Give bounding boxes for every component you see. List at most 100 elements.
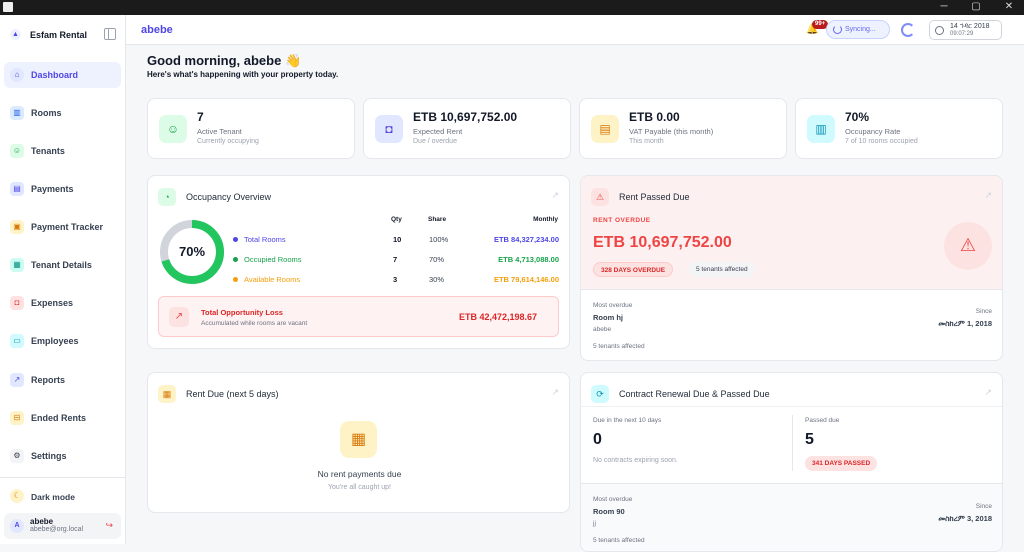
document-icon: ▦ (10, 258, 24, 272)
days-passed-badge: 341 DAYS PASSED (805, 456, 878, 471)
sync-status[interactable]: Syncing... (826, 20, 890, 39)
stat-value: 7 (197, 110, 204, 124)
sidebar-item-label: Reports (31, 375, 66, 385)
sidebar-item-ended-rents[interactable]: ⊟ Ended Rents (4, 405, 121, 431)
stat-value: ETB 0.00 (629, 110, 680, 124)
sidebar-collapse-icon[interactable] (104, 28, 116, 40)
contract-renewal-card: ⟳ Contract Renewal Due & Passed Due ↗ Du… (580, 372, 1003, 552)
due-count: 0 (593, 431, 602, 448)
stat-card-occupancy-rate[interactable]: ▥ 70% Occupancy Rate 7 of 10 rooms occup… (795, 98, 1003, 159)
stat-sub: This month (629, 138, 664, 145)
passed-label: Passed due (805, 417, 840, 424)
calendar-icon: ▦ (158, 385, 176, 403)
sidebar-item-label: Expenses (31, 298, 74, 308)
receipt-icon: ▤ (10, 182, 24, 196)
row-monthly: ETB 84,327,234.00 (493, 235, 559, 244)
sidebar-divider (0, 477, 126, 478)
affected-count: 5 tenants affected (593, 343, 645, 350)
most-overdue-tenant: jj (593, 520, 596, 527)
moon-icon: ☾ (10, 489, 24, 503)
sidebar-item-reports[interactable]: ↗ Reports (4, 367, 121, 393)
row-share: 100% (429, 235, 449, 244)
rent-due-card: ▦ Rent Due (next 5 days) ↗ ▦ No rent pay… (147, 372, 570, 513)
maximize-button[interactable]: ▢ (961, 0, 991, 15)
dark-mode-toggle[interactable]: ☾ Dark mode (4, 483, 121, 509)
sidebar-item-dashboard[interactable]: ⌂ Dashboard (4, 62, 121, 88)
sidebar: ▲ Esfam Rental ⌂ Dashboard ▥ Rooms ☺ Ten… (0, 15, 126, 544)
occupancy-row-occupied: Occupied Rooms 7 70% ETB 4,713,088.00 (233, 254, 559, 266)
loss-title: Total Opportunity Loss (201, 308, 283, 317)
divider (581, 406, 1002, 407)
opportunity-loss-box: ↗ Total Opportunity Loss Accumulated whi… (158, 296, 559, 337)
sidebar-item-employees[interactable]: ▭ Employees (4, 328, 121, 354)
stat-sub: 7 of 10 rooms occupied (845, 138, 918, 145)
app-icon (3, 2, 13, 12)
sidebar-item-settings[interactable]: ⚙ Settings (4, 443, 121, 469)
current-time: 09:07:29 (950, 31, 974, 37)
empty-state-title: No rent payments due (317, 469, 402, 479)
legend-dot (233, 237, 238, 242)
due-note: No contracts expiring soon. (593, 457, 678, 464)
row-monthly: ETB 4,713,088.00 (498, 255, 559, 264)
users-icon: ☺ (10, 144, 24, 158)
pie-icon: ◔ (158, 188, 176, 206)
col-header-qty: Qty (391, 216, 402, 223)
vertical-divider (792, 415, 793, 471)
tracker-icon: ▣ (10, 220, 24, 234)
stat-sub: Due / overdue (413, 138, 457, 145)
trend-icon: ↗ (169, 307, 189, 327)
occupancy-percent: 70% (178, 244, 206, 259)
wallet-icon: ◘ (10, 296, 24, 310)
logout-icon[interactable]: ↪ (105, 520, 113, 531)
user-profile[interactable]: A abebe abebe@org.local ↪ (4, 513, 121, 539)
due-label: Due in the next 10 days (593, 417, 662, 424)
loading-spinner-icon (901, 23, 915, 37)
legend-dot (233, 277, 238, 282)
days-overdue-badge: 328 DAYS OVERDUE (593, 262, 674, 277)
since-label: Since (975, 308, 992, 315)
passed-count: 5 (805, 431, 814, 448)
expand-arrow-icon[interactable]: ↗ (551, 387, 559, 398)
stat-label: Occupancy Rate (845, 127, 901, 136)
user-email: abebe@org.local (30, 526, 84, 533)
sidebar-item-label: Rooms (31, 108, 62, 118)
most-overdue-label: Most overdue (593, 496, 633, 503)
row-name: Available Rooms (244, 275, 301, 284)
sidebar-item-payments[interactable]: ▤ Payments (4, 176, 121, 202)
page-subtitle: Here's what's happening with your proper… (147, 70, 339, 79)
sidebar-item-label: Dashboard (31, 70, 79, 80)
building-icon: ▥ (10, 106, 24, 120)
sidebar-item-rooms[interactable]: ▥ Rooms (4, 100, 121, 126)
row-qty: 10 (393, 235, 402, 244)
close-button[interactable]: ✕ (994, 0, 1024, 15)
clock-icon (935, 26, 944, 35)
date-time-display: 14 ኅዳር 2018 09:07:29 (929, 20, 1002, 40)
users-icon: ☺ (159, 115, 187, 143)
stat-card-vat-payable[interactable]: ▤ ETB 0.00 VAT Payable (this month) This… (579, 98, 787, 159)
occupancy-row-total: Total Rooms 10 100% ETB 84,327,234.00 (233, 234, 559, 246)
rent-passed-due-card: ⚠ Rent Passed Due ↗ RENT OVERDUE ETB 10,… (580, 175, 1003, 361)
window-titlebar: ─ ▢ ✕ (0, 0, 1024, 15)
stat-card-expected-rent[interactable]: ◘ ETB 10,697,752.00 Expected Rent Due / … (363, 98, 571, 159)
sidebar-item-payment-tracker[interactable]: ▣ Payment Tracker (4, 214, 121, 240)
sidebar-item-expenses[interactable]: ◘ Expenses (4, 290, 121, 316)
ended-icon: ⊟ (10, 411, 24, 425)
expand-arrow-icon[interactable]: ↗ (551, 190, 559, 201)
occupancy-row-available: Available Rooms 3 30% ETB 79,614,146.00 (233, 274, 559, 286)
sidebar-item-tenant-details[interactable]: ▦ Tenant Details (4, 252, 121, 278)
card-title: Rent Passed Due (619, 192, 690, 202)
stat-card-active-tenant[interactable]: ☺ 7 Active Tenant Currently occupying (147, 98, 355, 159)
id-card-icon: ▭ (10, 334, 24, 348)
row-monthly: ETB 79,614,146.00 (493, 275, 559, 284)
topbar-username: abebe (141, 24, 173, 36)
most-overdue-room: Room 90 (593, 507, 625, 516)
sidebar-item-tenants[interactable]: ☺ Tenants (4, 138, 121, 164)
overdue-amount: ETB 10,697,752.00 (593, 234, 732, 251)
expand-arrow-icon[interactable]: ↗ (984, 190, 992, 201)
expand-arrow-icon[interactable]: ↗ (984, 387, 992, 398)
minimize-button[interactable]: ─ (929, 0, 959, 15)
sidebar-item-label: Employees (31, 336, 79, 346)
tenants-affected-badge: 5 tenants affected (689, 262, 755, 277)
calendar-empty-icon: ▦ (340, 421, 377, 458)
stat-sub: Currently occupying (197, 138, 259, 145)
